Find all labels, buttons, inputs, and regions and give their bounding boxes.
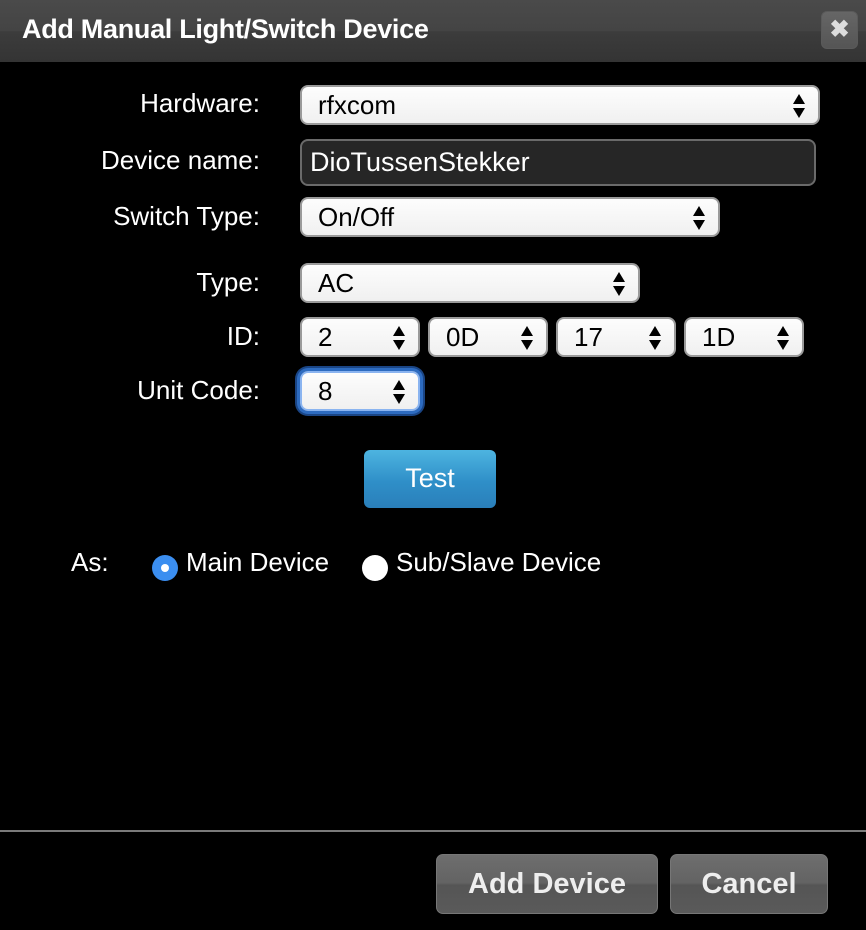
select-arrows-icon [648, 325, 662, 351]
footer-divider [0, 830, 866, 832]
device-name-label: Device name: [101, 145, 260, 175]
id-value-2: 0D [446, 322, 480, 352]
main-device-radio[interactable] [152, 555, 178, 581]
test-button[interactable]: Test [364, 450, 496, 508]
sub-slave-device-label[interactable]: Sub/Slave Device [396, 547, 601, 578]
id-value-1: 2 [318, 322, 333, 352]
cancel-button[interactable]: Cancel [670, 854, 828, 914]
id-select-4[interactable]: 1D [684, 317, 804, 357]
id-select-3[interactable]: 17 [556, 317, 676, 357]
select-arrows-icon [776, 325, 790, 351]
id-select-1[interactable]: 2 [300, 317, 420, 357]
main-device-label[interactable]: Main Device [186, 547, 329, 578]
sub-slave-device-radio[interactable] [362, 555, 388, 581]
close-button[interactable]: ✖ [821, 11, 858, 49]
switch-type-label: Switch Type: [113, 201, 260, 231]
switch-type-select[interactable]: On/Off [300, 197, 720, 237]
dialog-titlebar: Add Manual Light/Switch Device ✖ [0, 0, 866, 62]
type-select[interactable]: AC [300, 263, 640, 303]
hardware-select[interactable]: rfxcom [300, 85, 820, 125]
id-label: ID: [226, 321, 260, 351]
dialog-title: Add Manual Light/Switch Device [22, 14, 429, 44]
id-value-4: 1D [702, 322, 736, 352]
id-value-3: 17 [574, 322, 603, 352]
select-arrows-icon [692, 205, 706, 231]
type-label: Type: [196, 267, 260, 297]
switch-type-value: On/Off [318, 202, 395, 232]
unit-code-label: Unit Code: [137, 375, 260, 405]
unit-code-select[interactable]: 8 [300, 371, 420, 411]
close-icon: ✖ [829, 16, 850, 43]
hardware-value: rfxcom [318, 90, 396, 120]
select-arrows-icon [520, 325, 534, 351]
select-arrows-icon [612, 271, 626, 297]
select-arrows-icon [392, 325, 406, 351]
select-arrows-icon [792, 93, 806, 119]
as-label: As: [71, 547, 109, 577]
select-arrows-icon [392, 379, 406, 405]
hardware-label: Hardware: [140, 88, 260, 118]
id-select-2[interactable]: 0D [428, 317, 548, 357]
add-device-button[interactable]: Add Device [436, 854, 658, 914]
unit-code-value: 8 [318, 376, 333, 406]
type-value: AC [318, 268, 355, 298]
device-name-input[interactable]: DioTussenStekker [300, 139, 816, 186]
